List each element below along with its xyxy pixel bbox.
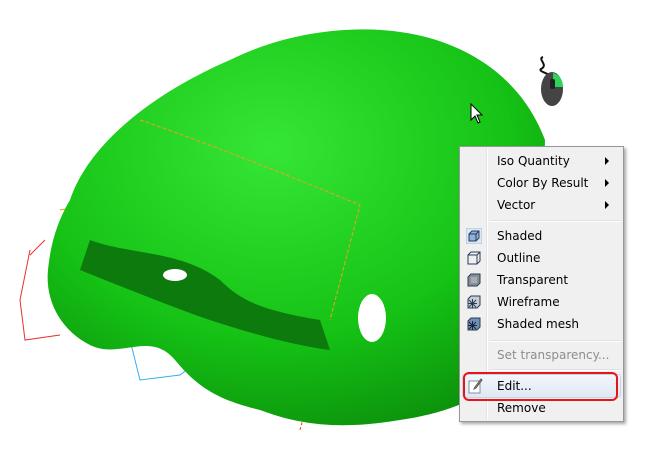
- menu-separator: [490, 369, 621, 371]
- menu-item-label: Transparent: [497, 273, 569, 287]
- menu-item-label: Color By Result: [497, 176, 589, 190]
- outline-cube-icon: [467, 251, 481, 265]
- shaded-mesh-cube-icon: [467, 317, 481, 331]
- menu-item-color-by-result[interactable]: Color By Result: [462, 172, 621, 194]
- transparent-cube-icon: [467, 273, 481, 287]
- model-hole: [358, 294, 386, 342]
- menu-item-shaded-mesh[interactable]: Shaded mesh: [462, 313, 621, 335]
- shaded-cube-icon: [466, 228, 482, 244]
- submenu-arrow-icon: [605, 201, 609, 209]
- menu-item-label: Wireframe: [497, 295, 560, 309]
- menu-item-label: Set transparency...: [497, 348, 610, 362]
- menu-item-label: Iso Quantity: [497, 154, 570, 168]
- mouse-cursor-icon: [470, 103, 484, 124]
- menu-item-label: Shaded mesh: [497, 317, 579, 331]
- menu-item-label: Shaded: [497, 229, 543, 243]
- menu-separator: [490, 340, 621, 342]
- model-hole: [163, 269, 187, 281]
- menu-item-label: Vector: [497, 198, 536, 212]
- submenu-arrow-icon: [605, 179, 609, 187]
- menu-item-outline[interactable]: Outline: [462, 247, 621, 269]
- menu-item-transparent[interactable]: Transparent: [462, 269, 621, 291]
- highlight-annotation-box: [463, 372, 618, 401]
- mouse-icon: [539, 56, 563, 106]
- menu-item-iso-quantity[interactable]: Iso Quantity: [462, 150, 621, 172]
- submenu-arrow-icon: [605, 157, 609, 165]
- menu-item-vector[interactable]: Vector: [462, 194, 621, 216]
- menu-separator: [490, 220, 621, 222]
- menu-item-set-transparency: Set transparency...: [462, 344, 621, 366]
- wireframe-cube-icon: [467, 295, 481, 309]
- menu-item-label: Outline: [497, 251, 541, 265]
- menu-item-wireframe[interactable]: Wireframe: [462, 291, 621, 313]
- menu-item-shaded[interactable]: Shaded: [462, 225, 621, 247]
